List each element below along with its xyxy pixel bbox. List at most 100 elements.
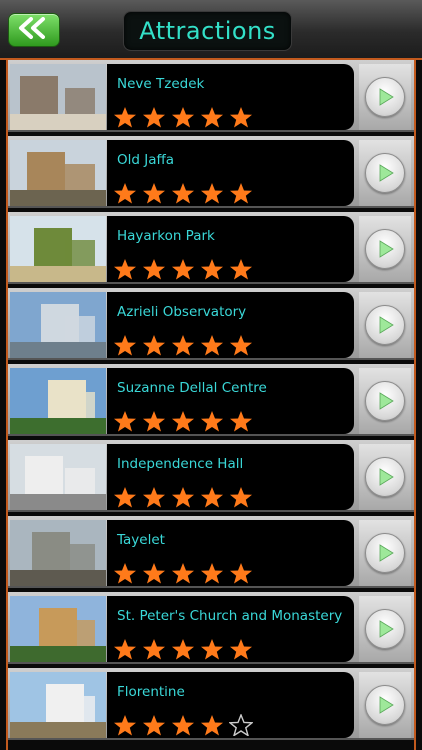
star-rating bbox=[113, 562, 253, 584]
list-item[interactable]: Tayelet bbox=[8, 516, 414, 588]
star-filled-icon bbox=[142, 638, 166, 660]
attraction-name: Neve Tzedek bbox=[117, 76, 205, 92]
star-filled-icon bbox=[200, 182, 224, 204]
play-arrow-icon bbox=[365, 533, 405, 573]
open-attraction-button[interactable] bbox=[359, 64, 411, 130]
star-filled-icon bbox=[142, 486, 166, 508]
attraction-name: Hayarkon Park bbox=[117, 228, 215, 244]
open-attraction-button[interactable] bbox=[359, 672, 411, 738]
attraction-name: Independence Hall bbox=[117, 456, 244, 472]
star-rating bbox=[113, 410, 253, 432]
star-filled-icon bbox=[229, 334, 253, 356]
star-filled-icon bbox=[171, 182, 195, 204]
star-filled-icon bbox=[171, 486, 195, 508]
star-filled-icon bbox=[200, 106, 224, 128]
attraction-name: St. Peter's Church and Monastery bbox=[117, 608, 343, 624]
star-filled-icon bbox=[229, 182, 253, 204]
star-filled-icon bbox=[142, 106, 166, 128]
attraction-thumbnail bbox=[10, 64, 106, 130]
attraction-info-panel: St. Peter's Church and Monastery bbox=[107, 596, 354, 662]
play-arrow-icon bbox=[365, 609, 405, 649]
play-arrow-icon bbox=[365, 77, 405, 117]
attraction-info-panel: Azrieli Observatory bbox=[107, 292, 354, 358]
star-filled-icon bbox=[229, 562, 253, 584]
list-item[interactable]: Independence Hall bbox=[8, 440, 414, 512]
star-rating bbox=[113, 334, 253, 356]
play-arrow-icon bbox=[365, 457, 405, 497]
attraction-info-panel: Neve Tzedek bbox=[107, 64, 354, 130]
star-filled-icon bbox=[142, 714, 166, 736]
attraction-info-panel: Independence Hall bbox=[107, 444, 354, 510]
star-filled-icon bbox=[113, 334, 137, 356]
list-item[interactable]: Suzanne Dellal Centre bbox=[8, 364, 414, 436]
play-arrow-icon bbox=[365, 381, 405, 421]
attraction-thumbnail bbox=[10, 216, 106, 282]
attraction-thumbnail bbox=[10, 368, 106, 434]
star-rating bbox=[113, 638, 253, 660]
attraction-name: Florentine bbox=[117, 684, 185, 700]
play-arrow-icon bbox=[365, 685, 405, 725]
play-arrow-icon bbox=[365, 153, 405, 193]
play-arrow-icon bbox=[365, 305, 405, 345]
star-filled-icon bbox=[171, 106, 195, 128]
star-filled-icon bbox=[113, 638, 137, 660]
star-filled-icon bbox=[113, 182, 137, 204]
open-attraction-button[interactable] bbox=[359, 596, 411, 662]
star-rating bbox=[113, 486, 253, 508]
star-filled-icon bbox=[113, 562, 137, 584]
star-filled-icon bbox=[113, 410, 137, 432]
open-attraction-button[interactable] bbox=[359, 368, 411, 434]
star-empty-icon bbox=[228, 713, 254, 738]
star-rating bbox=[113, 106, 253, 128]
star-filled-icon bbox=[200, 562, 224, 584]
back-button[interactable] bbox=[8, 13, 60, 47]
star-filled-icon bbox=[229, 258, 253, 280]
attraction-info-panel: Tayelet bbox=[107, 520, 354, 586]
attraction-info-panel: Florentine bbox=[107, 672, 354, 738]
open-attraction-button[interactable] bbox=[359, 216, 411, 282]
open-attraction-button[interactable] bbox=[359, 140, 411, 206]
list-item[interactable]: St. Peter's Church and Monastery bbox=[8, 592, 414, 664]
star-filled-icon bbox=[200, 486, 224, 508]
star-filled-icon bbox=[113, 486, 137, 508]
list-item[interactable]: Neve Tzedek bbox=[8, 60, 414, 132]
star-filled-icon bbox=[113, 106, 137, 128]
star-filled-icon bbox=[171, 562, 195, 584]
attraction-info-panel: Suzanne Dellal Centre bbox=[107, 368, 354, 434]
star-filled-icon bbox=[113, 714, 137, 736]
star-filled-icon bbox=[200, 714, 224, 736]
attractions-list[interactable]: Neve Tzedek Old Jaffa Hayarkon Park Azrieli… bbox=[6, 60, 416, 750]
open-attraction-button[interactable] bbox=[359, 520, 411, 586]
attraction-info-panel: Hayarkon Park bbox=[107, 216, 354, 282]
attraction-info-panel: Old Jaffa bbox=[107, 140, 354, 206]
double-chevron-left-icon bbox=[17, 17, 51, 43]
star-filled-icon bbox=[171, 258, 195, 280]
star-filled-icon bbox=[142, 562, 166, 584]
page-title: Attractions bbox=[123, 11, 292, 51]
attraction-thumbnail bbox=[10, 444, 106, 510]
list-item[interactable]: Old Jaffa bbox=[8, 136, 414, 208]
star-filled-icon bbox=[171, 638, 195, 660]
star-filled-icon bbox=[200, 258, 224, 280]
star-filled-icon bbox=[229, 486, 253, 508]
star-filled-icon bbox=[142, 410, 166, 432]
star-filled-icon bbox=[200, 410, 224, 432]
play-arrow-icon bbox=[365, 229, 405, 269]
top-bar: Attractions bbox=[0, 0, 422, 60]
open-attraction-button[interactable] bbox=[359, 292, 411, 358]
star-filled-icon bbox=[142, 334, 166, 356]
open-attraction-button[interactable] bbox=[359, 444, 411, 510]
list-item[interactable]: Hayarkon Park bbox=[8, 212, 414, 284]
star-filled-icon bbox=[113, 258, 137, 280]
star-filled-icon bbox=[229, 106, 253, 128]
star-filled-icon bbox=[229, 410, 253, 432]
star-filled-icon bbox=[200, 638, 224, 660]
star-rating bbox=[113, 182, 253, 204]
star-filled-icon bbox=[171, 410, 195, 432]
list-item[interactable]: Florentine bbox=[8, 668, 414, 740]
attraction-name: Azrieli Observatory bbox=[117, 304, 247, 320]
star-filled-icon bbox=[171, 334, 195, 356]
star-filled-icon bbox=[200, 334, 224, 356]
attraction-thumbnail bbox=[10, 596, 106, 662]
list-item[interactable]: Azrieli Observatory bbox=[8, 288, 414, 360]
